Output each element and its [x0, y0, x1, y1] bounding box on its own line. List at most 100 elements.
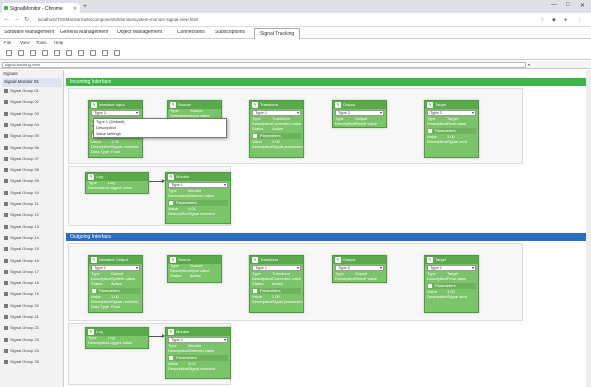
card-header[interactable]: ✎ Output [333, 101, 386, 109]
browser-menu-icon[interactable]: ⋮ [577, 17, 582, 23]
sidebar-item[interactable]: Signal Group 16 [4, 258, 39, 266]
minimize-button[interactable]: — [551, 2, 557, 8]
card-subsection[interactable]: Parameters [91, 288, 140, 294]
type-select[interactable]: Type 1 ▾ [91, 110, 140, 116]
card-header[interactable]: ✎ Log [86, 173, 148, 181]
edit-icon[interactable] [42, 50, 48, 56]
card-header[interactable]: ✎ Interface Input [89, 101, 142, 109]
type-select[interactable]: Type 1 ▾ [168, 337, 228, 343]
group-header-outgoing[interactable]: Outgoing Interface [66, 233, 591, 241]
card-subsection[interactable]: Parameters [427, 128, 476, 134]
card-header[interactable]: ✎ Source [168, 101, 221, 109]
menu-tab-signal-tracking[interactable]: Signal Tracking [254, 28, 301, 39]
card-header[interactable]: ✎ Interface Output [89, 256, 142, 264]
sidebar-item[interactable]: Signal Group 17 [4, 269, 39, 277]
copy-icon[interactable] [54, 50, 60, 56]
card-subsection[interactable]: Parameters [252, 288, 301, 294]
card-subsection[interactable]: Parameters [252, 133, 301, 139]
card-header[interactable]: ✎ Source [168, 256, 221, 264]
settings-icon[interactable] [78, 50, 84, 56]
card-header[interactable]: ✎ Output [333, 256, 386, 264]
url-field[interactable]: localhost/TSSMonitorSuite/components/Mon… [38, 16, 508, 25]
open-icon[interactable] [18, 50, 24, 56]
submenu-help[interactable]: Help [54, 41, 63, 46]
sidebar-item[interactable]: Signal Group 18 [4, 281, 39, 288]
type-select[interactable]: Type 1 ▾ [252, 110, 301, 116]
sidebar-item[interactable]: Signal Group 07 [4, 156, 39, 164]
submenu-file[interactable]: File [4, 41, 11, 46]
sidebar-item[interactable]: Signal Group 13 [4, 224, 39, 232]
sidebar-item[interactable]: Signal Group 25 [4, 360, 39, 367]
maximize-button[interactable]: □ [566, 2, 570, 8]
sidebar-item[interactable]: Signal Group 14 [4, 235, 39, 243]
sidebar-item[interactable]: Signal Group 22 [4, 326, 39, 333]
close-window-button[interactable]: ✕ [580, 2, 585, 9]
type-select[interactable]: Type 1 ▾ [168, 182, 228, 188]
sidebar-item[interactable]: Signal Group 21 [4, 315, 39, 322]
close-tab-icon[interactable]: ✕ [73, 6, 77, 12]
menu-tab-software-management[interactable]: Software Management [4, 30, 54, 35]
browser-tab[interactable]: SignalMonitor - Chrome ✕ [2, 3, 80, 13]
submenu-view[interactable]: View [20, 41, 30, 46]
filter-dropdown-icon[interactable]: ▾ [528, 62, 530, 67]
menu-tab-connections[interactable]: Connections [177, 30, 205, 35]
signal-node-card[interactable]: ✎SourceTypeSourceDescriptionInput valueS… [167, 255, 222, 283]
sidebar-item[interactable]: Signal Group 12 [4, 213, 39, 220]
paste-icon[interactable] [66, 50, 72, 56]
sidebar-item[interactable]: Signal Group 23 [4, 337, 39, 345]
card-header[interactable]: ✎ Transform [250, 101, 303, 109]
submenu-tools[interactable]: Tools [36, 41, 47, 46]
profile-icon[interactable]: ● [564, 17, 567, 23]
card-header[interactable]: ✎ Target [425, 101, 478, 109]
signal-node-card[interactable]: ✎ Transform Type 1 ▾ Type Transform Descriptio… [249, 255, 304, 313]
card-header[interactable]: ✎ Monitor [166, 328, 230, 336]
card-header[interactable]: ✎ Transform [250, 256, 303, 264]
signal-node-card[interactable]: ✎ Monitor Type 1 ▾ Type Monitor DescriptionWat… [165, 172, 231, 224]
sidebar-item[interactable]: Signal Group 20 [4, 303, 39, 311]
sidebar-item[interactable]: Signal Group 04 [4, 122, 39, 130]
sidebar-selected-item[interactable]: Signal Monitor 01 [2, 78, 62, 87]
sidebar-item[interactable]: Signal Group 02 [4, 100, 39, 107]
reload-icon[interactable]: ↻ [24, 16, 29, 23]
signal-node-card[interactable]: ✎ Output Type 2 ▾ Type Output DescriptionResul… [332, 100, 387, 128]
sidebar-item[interactable]: Signal Group 24 [4, 348, 39, 356]
sidebar-item[interactable]: Signal Group 11 [4, 202, 39, 209]
sidebar-item[interactable]: Signal Group 09 [4, 179, 39, 186]
new-icon[interactable] [6, 50, 12, 56]
redo-icon[interactable] [102, 50, 108, 56]
card-header[interactable]: ✎ Monitor [166, 173, 230, 181]
type-select[interactable]: Type 2 ▾ [335, 265, 384, 271]
signal-node-card[interactable]: ✎ Transform Type 1 ▾ Type Transform Descriptio… [249, 100, 304, 158]
menu-tab-object-management[interactable]: Object Management [117, 30, 162, 35]
type-select[interactable]: Type 1 ▾ [252, 265, 301, 271]
signal-node-card[interactable]: ✎ Interface Output Type 1 ▾ Type Output Descri… [88, 255, 143, 313]
signal-node-card[interactable]: ✎ Target Type 1 ▾ Type Target DescriptionFinal… [424, 100, 479, 158]
sidebar-item[interactable]: Signal Group 06 [4, 145, 39, 153]
main-scrollbar[interactable] [586, 70, 591, 387]
sidebar-item[interactable]: Signal Group 05 [4, 134, 39, 141]
card-header[interactable]: ✎ Log [86, 328, 148, 336]
signal-node-card[interactable]: ✎ Target Type 1 ▾ Type Target DescriptionFinal… [424, 255, 479, 313]
type-select[interactable]: Type 2 ▾ [335, 110, 384, 116]
sidebar-item[interactable]: Signal Group 08 [4, 168, 39, 175]
sidebar-item[interactable]: Signal Group 19 [4, 292, 39, 299]
card-subsection[interactable]: Parameters [168, 355, 228, 361]
card-subsection[interactable]: Parameters [427, 283, 476, 289]
menu-tab-general-management[interactable]: General Management [60, 30, 108, 35]
type-select[interactable]: Type 1 ▾ [91, 265, 140, 271]
signal-node-card[interactable]: ✎ Log Type Log DescriptionLogged value [85, 172, 149, 194]
bookmark-star-icon[interactable]: ☆ [540, 17, 544, 23]
type-dropdown-popup[interactable]: Type 1 (Default) Description Value setting… [93, 118, 227, 138]
new-tab-button[interactable]: + [83, 3, 87, 10]
card-header[interactable]: ✎ Target [425, 256, 478, 264]
dropdown-option[interactable]: Value settings [94, 131, 226, 137]
menu-tab-subscriptions[interactable]: Subscriptions [215, 30, 245, 35]
save-icon[interactable] [30, 50, 36, 56]
type-select[interactable]: Type 1 ▾ [427, 110, 476, 116]
sidebar-item[interactable]: Signal Group 03 [4, 111, 39, 119]
card-subsection[interactable]: Parameters [168, 200, 228, 206]
back-icon[interactable]: ← [4, 16, 10, 22]
signal-node-card[interactable]: ✎ Output Type 2 ▾ Type Output DescriptionResul… [332, 255, 387, 283]
forward-icon[interactable]: → [14, 16, 20, 22]
group-header-incoming[interactable]: Incoming Interface [66, 78, 591, 86]
